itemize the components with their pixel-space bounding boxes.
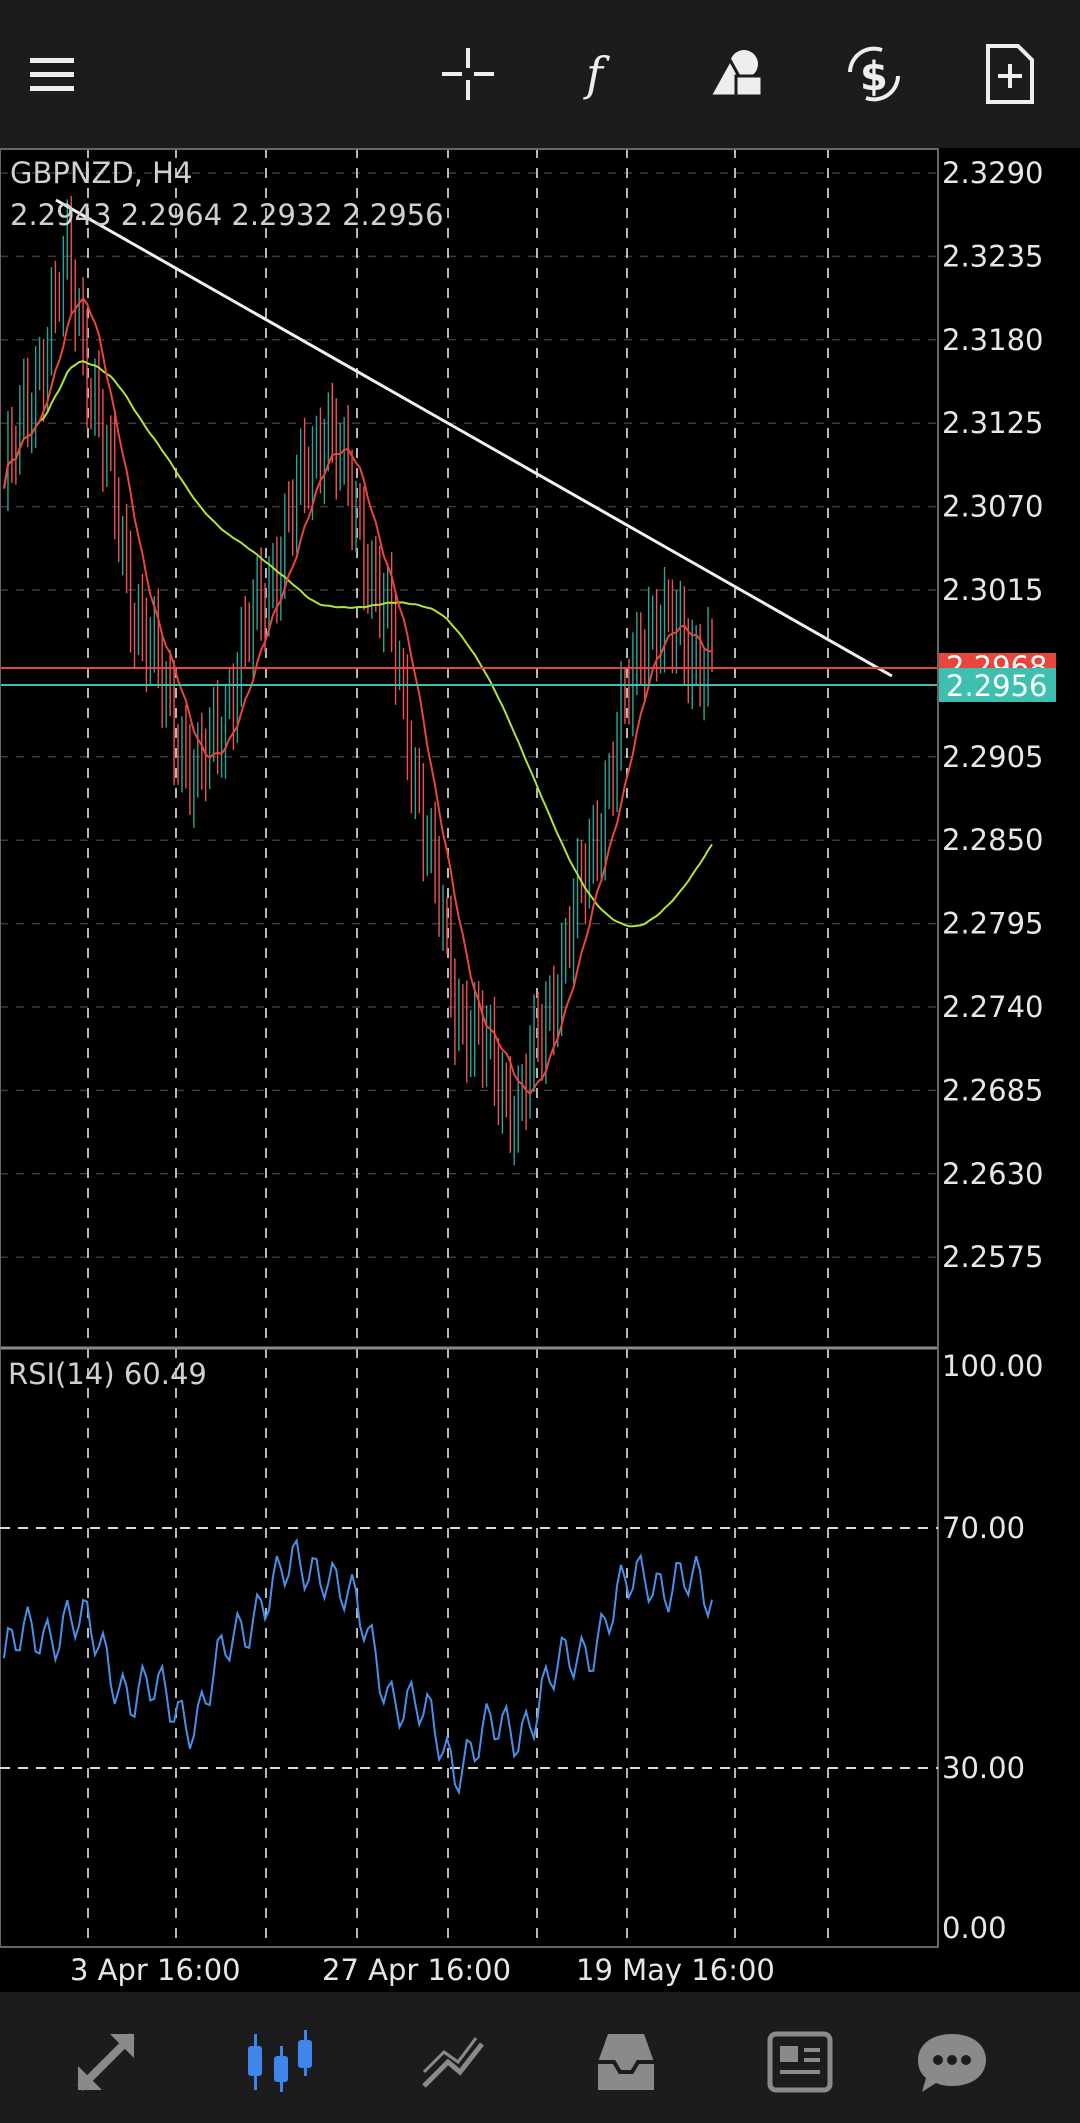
price-axis-label: 2.2685 xyxy=(942,1073,1043,1107)
rsi-axis-label: 0.00 xyxy=(942,1911,1007,1945)
price-axis-label: 2.3015 xyxy=(942,573,1043,607)
price-axis: 2.3290 2.3235 2.3180 2.3125 2.3070 2.3015 2.29… xyxy=(942,156,1043,1274)
new-order-icon[interactable] xyxy=(966,30,1054,118)
quotes-icon[interactable] xyxy=(58,2014,154,2110)
svg-text:$: $ xyxy=(860,54,888,100)
rsi-axis-label: 30.00 xyxy=(942,1751,1025,1785)
ohlc-label: 2.2943 2.2964 2.2932 2.2956 xyxy=(10,198,444,232)
price-axis-label: 2.3070 xyxy=(942,490,1043,524)
news-icon[interactable] xyxy=(752,2014,848,2110)
price-axis-label: 2.2850 xyxy=(942,823,1043,857)
price-axis-label: 2.3235 xyxy=(942,239,1043,273)
menu-icon[interactable] xyxy=(8,30,96,118)
chart-area[interactable]: GBPNZD, H4 2.2943 2.2964 2.2932 2.2956 2… xyxy=(0,148,1080,1992)
price-axis-label: 2.2740 xyxy=(942,990,1043,1024)
objects-icon[interactable] xyxy=(694,30,782,118)
rsi-axis-label: 100.00 xyxy=(942,1349,1043,1383)
top-toolbar: f $ xyxy=(0,0,1080,148)
price-axis-label: 2.2795 xyxy=(942,907,1043,941)
history-icon[interactable] xyxy=(578,2014,674,2110)
function-icon[interactable]: f xyxy=(558,30,646,118)
trend-line[interactable] xyxy=(55,198,893,678)
price-axis-label: 2.2905 xyxy=(942,740,1043,774)
price-axis-label: 2.2575 xyxy=(942,1240,1043,1274)
price-axis-label: 2.3180 xyxy=(942,323,1043,357)
chart-icon[interactable] xyxy=(232,2014,328,2110)
bid-price: 2.2956 xyxy=(946,669,1047,703)
price-axis-label: 2.3290 xyxy=(942,156,1043,190)
time-axis-label: 27 Apr 16:00 xyxy=(322,1953,511,1987)
currency-swap-icon[interactable]: $ xyxy=(830,30,918,118)
time-axis: 3 Apr 16:00 27 Apr 16:00 19 May 16:00 xyxy=(70,1953,775,1987)
rsi-label: RSI(14) 60.49 xyxy=(8,1357,207,1391)
rsi-axis-label: 70.00 xyxy=(942,1511,1025,1545)
candles xyxy=(7,195,713,1166)
chat-icon[interactable] xyxy=(904,2014,1000,2110)
time-axis-label: 19 May 16:00 xyxy=(576,1953,775,1987)
price-axis-label: 2.2630 xyxy=(942,1157,1043,1191)
crosshair-icon[interactable] xyxy=(424,30,512,118)
time-axis-label: 3 Apr 16:00 xyxy=(70,1953,241,1987)
bottom-nav xyxy=(0,1992,1080,2123)
symbol-label: GBPNZD, H4 xyxy=(10,156,192,190)
trade-icon[interactable] xyxy=(406,2014,502,2110)
rsi-axis: 100.00 70.00 30.00 0.00 xyxy=(942,1349,1043,1945)
price-axis-label: 2.3125 xyxy=(942,406,1043,440)
svg-text:f: f xyxy=(583,47,610,101)
